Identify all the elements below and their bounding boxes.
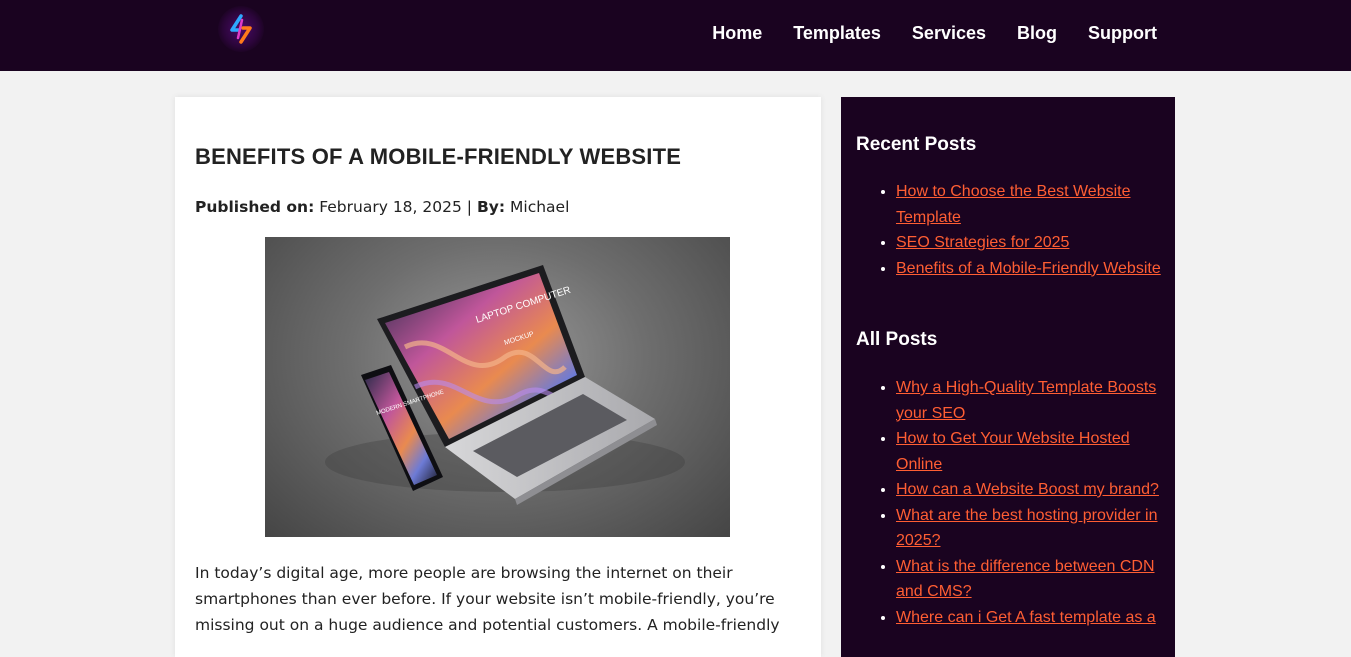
all-posts-heading: All Posts xyxy=(856,329,938,350)
list-item: How to Get Your Website Hosted Online xyxy=(896,426,1164,477)
hero-image: LAPTOP COMPUTER MOCKUP MODERN SMARTPHONE xyxy=(265,237,730,537)
all-posts-list: Why a High-Quality Template Boosts your … xyxy=(896,375,1164,630)
published-label: Published on: xyxy=(195,198,315,216)
meta-separator: | xyxy=(466,198,473,216)
post-link[interactable]: Where can i Get A fast template as a xyxy=(896,609,1156,626)
list-item: Benefits of a Mobile-Friendly Website xyxy=(896,256,1164,282)
post-link[interactable]: What is the difference between CDN and C… xyxy=(896,558,1155,601)
list-item: Why a High-Quality Template Boosts your … xyxy=(896,375,1164,426)
post-meta: Published on: February 18, 2025 | By: Mi… xyxy=(195,198,569,216)
nav-home[interactable]: Home xyxy=(712,22,762,44)
list-item: How can a Website Boost my brand? xyxy=(896,477,1164,503)
list-item: What are the best hosting provider in 20… xyxy=(896,503,1164,554)
post-author: Michael xyxy=(510,198,570,216)
post-link[interactable]: How to Get Your Website Hosted Online xyxy=(896,430,1130,473)
sidebar: Recent Posts How to Choose the Best Webs… xyxy=(841,97,1175,657)
post-link[interactable]: Why a High-Quality Template Boosts your … xyxy=(896,379,1156,422)
post-title: BENEFITS OF A MOBILE-FRIENDLY WEBSITE xyxy=(195,144,682,169)
post-date: February 18, 2025 xyxy=(319,198,462,216)
list-item: How to Choose the Best Website Template xyxy=(896,179,1164,230)
list-item: Where can i Get A fast template as a xyxy=(896,605,1164,631)
list-item: SEO Strategies for 2025 xyxy=(896,230,1164,256)
device-mockup-illustration: LAPTOP COMPUTER MOCKUP MODERN SMARTPHONE xyxy=(325,265,685,505)
blog-post: BENEFITS OF A MOBILE-FRIENDLY WEBSITE Pu… xyxy=(175,97,821,657)
main-nav: Home Templates Services Blog Support xyxy=(712,22,1157,44)
site-header: Home Templates Services Blog Support xyxy=(0,0,1351,71)
by-label: By: xyxy=(476,198,506,216)
nav-blog[interactable]: Blog xyxy=(1017,22,1057,44)
recent-post-link[interactable]: How to Choose the Best Website Template xyxy=(896,183,1131,226)
post-link[interactable]: How can a Website Boost my brand? xyxy=(896,481,1159,498)
recent-post-link[interactable]: Benefits of a Mobile-Friendly Website xyxy=(896,260,1161,277)
list-item: What is the difference between CDN and C… xyxy=(896,554,1164,605)
recent-posts-list: How to Choose the Best Website Template … xyxy=(896,179,1164,281)
post-intro: In today’s digital age, more people are … xyxy=(195,564,780,634)
post-link[interactable]: What are the best hosting provider in 20… xyxy=(896,507,1157,550)
lightning-bolt-logo-icon[interactable] xyxy=(218,6,264,52)
recent-post-link[interactable]: SEO Strategies for 2025 xyxy=(896,234,1069,251)
recent-posts-heading: Recent Posts xyxy=(856,134,977,155)
nav-support[interactable]: Support xyxy=(1088,22,1157,44)
nav-templates[interactable]: Templates xyxy=(793,22,881,44)
nav-services[interactable]: Services xyxy=(912,22,986,44)
